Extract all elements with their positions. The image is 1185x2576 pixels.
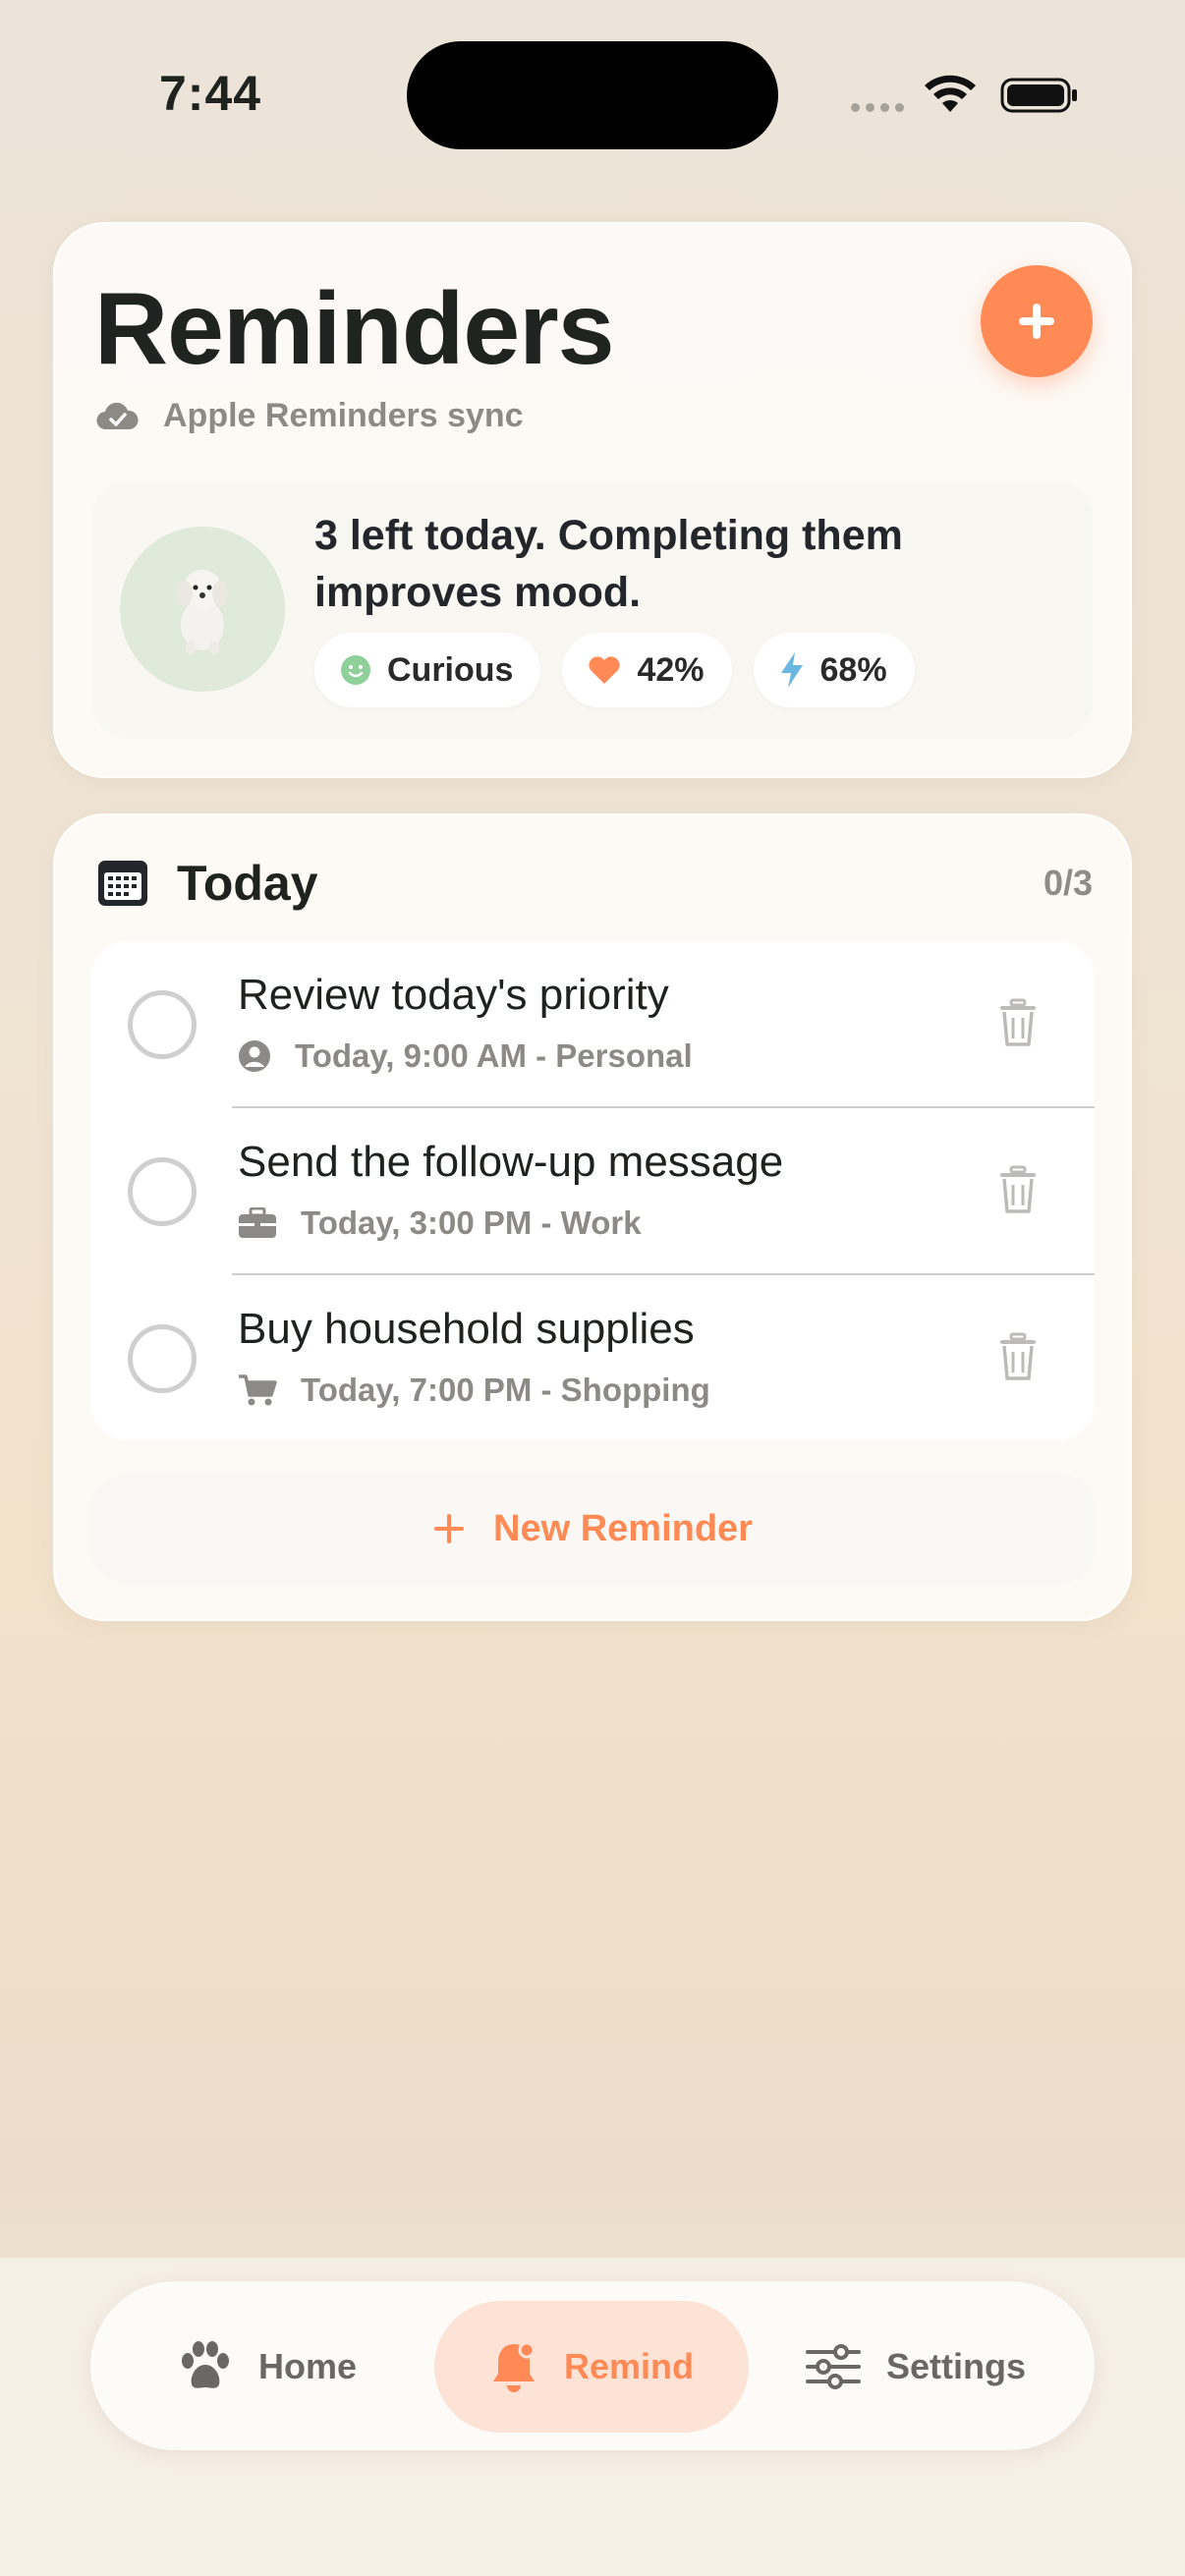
chip-label: 42%	[637, 650, 705, 689]
personality-chip: Curious	[314, 633, 541, 707]
reminder-row[interactable]: Review today's priority Today, 9:00 AM -…	[90, 941, 1095, 1108]
complete-checkbox[interactable]	[128, 1324, 197, 1393]
sync-status: Apple Reminders sync	[96, 397, 524, 435]
happiness-chip: 42%	[562, 633, 732, 707]
battery-icon	[1000, 78, 1077, 113]
reminder-meta: Today, 3:00 PM - Work	[238, 1204, 642, 1242]
reminder-title: Review today's priority	[238, 971, 669, 1019]
new-reminder-label: New Reminder	[493, 1507, 753, 1549]
sync-label: Apple Reminders sync	[163, 397, 524, 434]
header-card: Reminders Apple Reminders sync 3 left to…	[53, 222, 1132, 778]
reminder-list: Review today's priority Today, 9:00 AM -…	[90, 941, 1095, 1440]
sliders-icon	[805, 2344, 861, 2389]
page-title: Reminders	[94, 272, 615, 386]
tab-label: Remind	[563, 2346, 694, 2386]
heart-icon	[589, 656, 621, 684]
reminder-title: Send the follow-up message	[238, 1138, 784, 1186]
tab-remind[interactable]: Remind	[434, 2301, 749, 2433]
dynamic-island	[407, 41, 778, 149]
reminder-meta: Today, 9:00 AM - Personal	[238, 1037, 693, 1075]
energy-chip: 68%	[753, 633, 915, 707]
pet-avatar	[120, 527, 285, 692]
trash-icon[interactable]	[998, 1332, 1038, 1381]
section-header: Today	[96, 855, 318, 912]
chip-label: 68%	[819, 650, 887, 689]
reminder-row[interactable]: Buy household supplies Today, 7:00 PM - …	[90, 1275, 1095, 1440]
bell-icon	[492, 2341, 536, 2392]
briefcase-icon	[239, 1207, 276, 1238]
tab-home[interactable]: Home	[110, 2301, 424, 2433]
tab-bar: Home Remind Settings	[90, 2281, 1095, 2450]
smile-icon	[341, 655, 370, 685]
reminder-row[interactable]: Send the follow-up message Today, 3:00 P…	[90, 1108, 1095, 1275]
cloud-check-icon	[96, 402, 139, 429]
reminder-meta-text: Today, 9:00 AM - Personal	[295, 1037, 693, 1074]
tab-label: Home	[257, 2346, 358, 2386]
person-icon	[239, 1040, 270, 1072]
dog-illustration	[177, 570, 228, 654]
complete-checkbox[interactable]	[128, 990, 197, 1059]
reminder-meta-text: Today, 7:00 PM - Shopping	[301, 1372, 710, 1408]
mood-chips: Curious 42% 68%	[314, 633, 915, 707]
cellular-signal-icon	[851, 103, 904, 112]
cart-icon	[239, 1374, 277, 1406]
mood-panel: 3 left today. Completing them improves m…	[92, 481, 1093, 739]
new-reminder-button[interactable]: New Reminder	[90, 1474, 1095, 1584]
chip-label: Curious	[387, 650, 514, 689]
add-reminder-button[interactable]	[981, 265, 1093, 377]
tab-label: Settings	[885, 2346, 1026, 2386]
reminder-title: Buy household supplies	[238, 1305, 695, 1353]
status-time: 7:44	[159, 66, 262, 121]
section-title: Today	[177, 856, 318, 911]
completed-count: 0/3	[1043, 863, 1093, 903]
mood-message: 3 left today. Completing them improves m…	[314, 512, 903, 616]
tab-settings[interactable]: Settings	[759, 2301, 1073, 2433]
today-card: Today 0/3 Review today's priority Today,…	[53, 813, 1132, 1621]
plus-icon	[434, 1514, 465, 1543]
wifi-icon	[925, 75, 976, 112]
bolt-icon	[780, 652, 803, 688]
plus-icon	[1019, 304, 1054, 339]
reminder-meta-text: Today, 3:00 PM - Work	[301, 1204, 642, 1241]
calendar-icon	[98, 861, 147, 906]
trash-icon[interactable]	[998, 1165, 1038, 1214]
reminder-meta: Today, 7:00 PM - Shopping	[238, 1372, 710, 1409]
complete-checkbox[interactable]	[128, 1157, 197, 1226]
paw-icon	[181, 2341, 229, 2388]
trash-icon[interactable]	[998, 998, 1038, 1047]
